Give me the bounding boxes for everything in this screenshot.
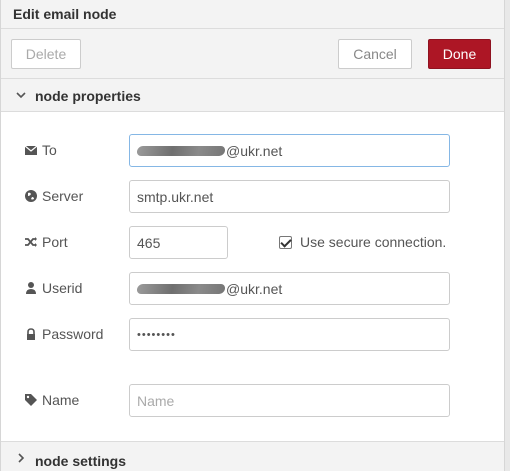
tray-toolbar: Delete Cancel Done <box>1 29 504 79</box>
password-input[interactable]: •••••••• <box>129 318 450 351</box>
password-label-row: Password <box>24 324 103 344</box>
tray-header: Edit email node <box>1 0 504 29</box>
name-input-placeholder: Name <box>137 392 175 409</box>
server-label: Server <box>42 188 84 204</box>
delete-button[interactable]: Delete <box>11 39 81 69</box>
chevron-right-icon <box>18 453 25 463</box>
port-input[interactable]: 465 <box>129 226 228 259</box>
chevron-down-icon <box>16 92 26 99</box>
server-input-text: smtp.ukr.net <box>137 188 214 205</box>
lock-icon <box>27 328 35 340</box>
node-settings-label: node settings <box>35 453 127 469</box>
to-label: To <box>42 142 57 158</box>
secure-connection-label: Use secure connection. <box>300 234 447 250</box>
node-properties-label: node properties <box>35 88 141 104</box>
done-button[interactable]: Done <box>428 39 491 69</box>
redacted-smudge <box>136 283 226 294</box>
redacted-smudge <box>136 145 226 156</box>
password-input-text: •••••••• <box>137 328 176 341</box>
to-input-visible-text: @ukr.net <box>226 142 283 159</box>
scrollbar[interactable] <box>504 0 510 471</box>
edit-node-tray: Edit email node Delete Cancel Done node … <box>0 0 510 471</box>
name-input[interactable]: Name <box>129 384 450 417</box>
to-input[interactable]: @ukr.net <box>129 134 450 167</box>
port-label-row: Port <box>24 232 68 252</box>
envelope-icon <box>24 145 38 155</box>
tag-icon <box>25 394 37 406</box>
server-label-row: Server <box>24 186 83 206</box>
userid-input-visible-text: @ukr.net <box>226 280 283 297</box>
userid-input[interactable]: @ukr.net <box>129 272 450 305</box>
secure-connection-option[interactable]: Use secure connection. <box>279 233 446 251</box>
node-settings-header[interactable]: node settings <box>1 441 504 471</box>
name-label: Name <box>42 392 80 408</box>
secure-connection-checkbox[interactable] <box>279 235 292 249</box>
port-label: Port <box>42 234 68 250</box>
userid-label: Userid <box>42 280 83 296</box>
userid-label-row: Userid <box>24 278 82 298</box>
port-input-text: 465 <box>137 234 161 251</box>
server-input[interactable]: smtp.ukr.net <box>129 180 450 213</box>
random-icon <box>25 237 37 247</box>
tray-title: Edit email node <box>13 6 117 22</box>
name-label-row: Name <box>24 390 79 410</box>
cancel-button[interactable]: Cancel <box>338 39 412 69</box>
node-properties-header[interactable]: node properties <box>1 78 504 112</box>
globe-icon <box>25 190 37 202</box>
password-label: Password <box>42 326 104 342</box>
user-icon <box>26 282 36 294</box>
to-label-row: To <box>24 140 57 160</box>
